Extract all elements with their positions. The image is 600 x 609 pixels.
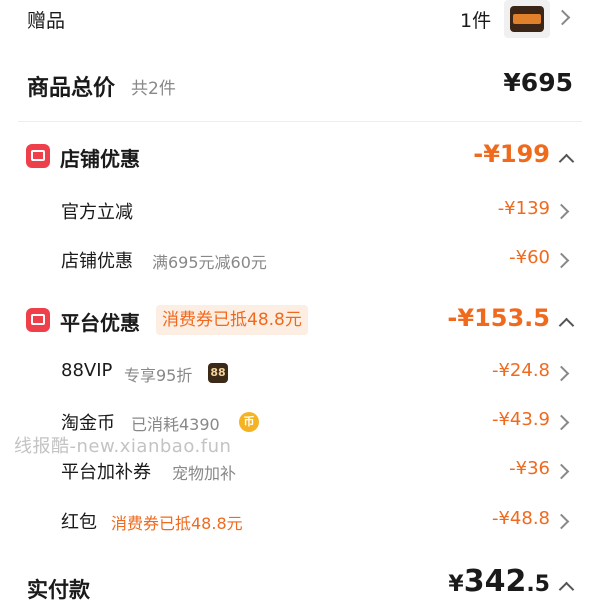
store-item-official[interactable]: 官方立减 -¥139	[0, 194, 600, 228]
item-note: 消费券已抵48.8元	[111, 514, 243, 533]
chevron-right-icon	[553, 203, 570, 220]
gift-count: 1件	[460, 10, 492, 32]
total-row: 商品总价 共2件 ¥695	[0, 62, 600, 108]
chevron-up-icon[interactable]	[558, 581, 575, 598]
chevron-up-icon[interactable]	[558, 317, 575, 334]
item-label: 店铺优惠	[61, 251, 133, 272]
item-amount: -¥48.8	[491, 508, 550, 529]
payment-currency: ¥	[448, 572, 464, 597]
payment-integer: 342	[463, 564, 527, 599]
platform-item-subsidy[interactable]: 平台加补券 宠物加补 -¥36	[0, 454, 600, 488]
item-note: 宠物加补	[172, 464, 237, 483]
item-label: 88VIP	[61, 360, 113, 381]
item-note: 满695元减60元	[152, 253, 267, 272]
chevron-right-icon	[553, 252, 570, 269]
total-amount: ¥695	[503, 68, 573, 97]
store-item-shop[interactable]: 店铺优惠 满695元减60元 -¥60	[0, 243, 600, 277]
chevron-up-icon[interactable]	[558, 153, 575, 170]
payment-decimal: .5	[526, 572, 550, 597]
divider	[18, 121, 582, 122]
chevron-right-icon	[554, 9, 571, 26]
payment-amount: ¥342.5	[448, 564, 550, 599]
payment-label: 实付款	[27, 578, 90, 602]
total-label: 商品总价	[27, 76, 116, 101]
item-label: 官方立减	[61, 202, 133, 223]
watermark-text: 线报酷-new.xianbao.fun	[14, 436, 232, 457]
chevron-right-icon	[553, 463, 570, 480]
store-discount-header[interactable]: 店铺优惠 -¥199	[0, 138, 600, 176]
platform-item-redpacket[interactable]: 红包 消费券已抵48.8元 -¥48.8	[0, 504, 600, 538]
gift-label: 赠品	[27, 10, 66, 32]
item-note: 专享95折	[124, 366, 193, 385]
gift-row[interactable]: 赠品 1件	[0, 0, 600, 40]
payment-row[interactable]: 实付款 ¥342.5	[0, 562, 600, 609]
coin-icon: 币	[239, 412, 259, 432]
item-amount: -¥139	[497, 198, 550, 219]
coupon-pill: 消费券已抵48.8元	[156, 305, 308, 335]
item-amount: -¥43.9	[491, 409, 550, 430]
platform-discount-header[interactable]: 平台优惠 消费券已抵48.8元 -¥153.5	[0, 302, 600, 340]
store-discount-amount: -¥199	[473, 140, 550, 168]
item-label: 红包	[61, 512, 97, 533]
platform-icon	[26, 308, 50, 332]
item-amount: -¥36	[509, 458, 550, 479]
store-discount-title: 店铺优惠	[60, 147, 140, 171]
gift-thumbnail	[504, 0, 550, 38]
platform-item-88vip[interactable]: 88VIP 专享95折 88 -¥24.8	[0, 356, 600, 390]
item-amount: -¥60	[509, 247, 550, 268]
total-count: 共2件	[131, 79, 176, 99]
platform-discount-title: 平台优惠	[60, 311, 140, 335]
item-label: 平台加补券	[61, 462, 151, 483]
chevron-right-icon	[553, 513, 570, 530]
platform-discount-amount: -¥153.5	[447, 304, 550, 332]
chevron-right-icon	[553, 365, 570, 382]
shop-icon	[26, 144, 50, 168]
vip-badge-icon: 88	[208, 363, 228, 383]
item-amount: -¥24.8	[491, 360, 550, 381]
chevron-right-icon	[553, 414, 570, 431]
